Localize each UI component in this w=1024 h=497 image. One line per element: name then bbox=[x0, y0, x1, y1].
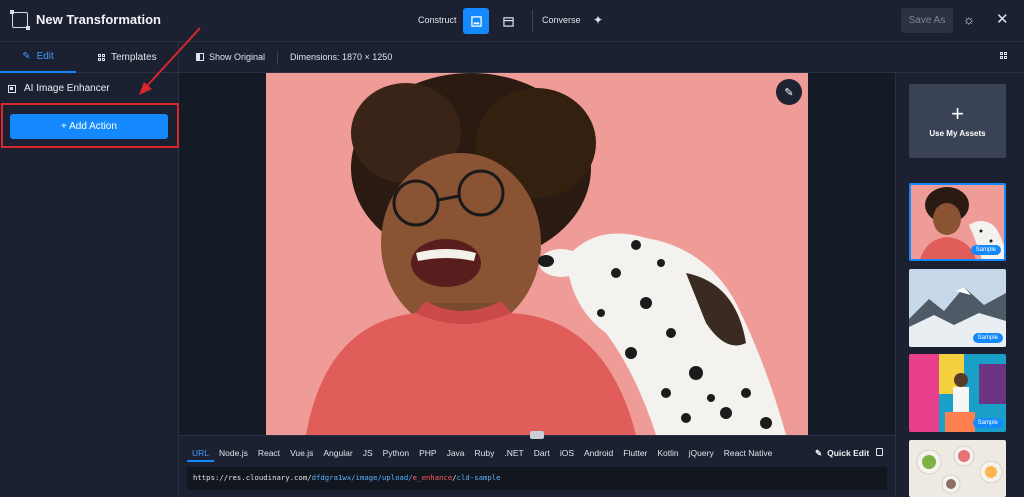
transform-icon bbox=[10, 10, 30, 30]
toolbar-divider bbox=[277, 51, 278, 65]
pencil-icon: ✎ bbox=[815, 448, 823, 458]
mode-divider bbox=[532, 10, 533, 32]
tab-ruby[interactable]: Ruby bbox=[470, 448, 500, 462]
construct-mode-label[interactable]: Construct bbox=[418, 15, 457, 25]
language-tabs: URL Node.js React Vue.js Angular JS Pyth… bbox=[187, 448, 777, 462]
tab-ios[interactable]: iOS bbox=[555, 448, 579, 462]
use-my-assets-button[interactable]: + Use My Assets bbox=[909, 84, 1006, 158]
top-bar: New Transformation Construct Converse ✦ … bbox=[0, 0, 1024, 42]
generated-url[interactable]: https://res.cloudinary.com/dfdgra1wx/ima… bbox=[187, 467, 887, 490]
sample-badge: Sample bbox=[970, 245, 1001, 255]
image-mode-icon bbox=[470, 15, 482, 27]
sun-icon[interactable]: ☼ bbox=[963, 12, 975, 27]
app-window: New Transformation Construct Converse ✦ … bbox=[0, 0, 1024, 497]
url-path: dfdgra1wx/image/upload/ bbox=[311, 473, 413, 482]
tab-url[interactable]: URL bbox=[187, 448, 215, 462]
tab-angular[interactable]: Angular bbox=[318, 448, 357, 462]
tab-edit[interactable]: ✎ Edit bbox=[0, 42, 76, 73]
plus-icon: + bbox=[951, 100, 964, 126]
image-mode-button[interactable] bbox=[463, 8, 489, 34]
tab-php[interactable]: PHP bbox=[414, 448, 441, 462]
page-title: New Transformation bbox=[36, 12, 161, 27]
quick-edit-label: Quick Edit bbox=[827, 448, 870, 458]
layout-grid-icon[interactable] bbox=[1000, 52, 1007, 59]
tab-java[interactable]: Java bbox=[442, 448, 470, 462]
tab-python[interactable]: Python bbox=[378, 448, 414, 462]
code-panel: URL Node.js React Vue.js Angular JS Pyth… bbox=[179, 431, 895, 497]
show-original-button[interactable]: Show Original bbox=[196, 52, 265, 62]
close-icon[interactable]: ✕ bbox=[996, 10, 1009, 28]
converse-mode-label[interactable]: Converse bbox=[542, 15, 581, 25]
secondary-bar: ✎ Edit Templates Show Original Dimension… bbox=[0, 42, 1024, 73]
sample-thumbnail[interactable]: Sample bbox=[909, 183, 1006, 261]
tab-jquery[interactable]: jQuery bbox=[684, 448, 719, 462]
action-item-ai-image-enhancer[interactable]: AI Image Enhancer bbox=[8, 83, 110, 94]
templates-grid-icon bbox=[98, 54, 105, 61]
calendar-mode-icon bbox=[502, 16, 514, 27]
tab-templates[interactable]: Templates bbox=[98, 42, 157, 73]
actions-sidebar: AI Image Enhancer + Add Action bbox=[0, 73, 179, 497]
tab-nodejs[interactable]: Node.js bbox=[214, 448, 253, 462]
use-my-assets-label: Use My Assets bbox=[929, 128, 986, 138]
sample-thumbnail[interactable]: Sample bbox=[909, 269, 1006, 347]
sample-thumbnail[interactable]: Sample bbox=[909, 354, 1006, 432]
sample-badge: Sample bbox=[972, 418, 1003, 428]
tab-edit-label: Edit bbox=[36, 51, 54, 62]
tab-android[interactable]: Android bbox=[579, 448, 618, 462]
edit-image-button[interactable]: ✎ bbox=[776, 79, 802, 105]
sample-thumbnail-image bbox=[909, 440, 1006, 497]
sample-badge: Sample bbox=[972, 333, 1003, 343]
save-as-button[interactable]: Save As bbox=[901, 8, 953, 33]
tab-templates-label: Templates bbox=[111, 52, 157, 63]
action-item-label: AI Image Enhancer bbox=[24, 83, 110, 94]
tab-dart[interactable]: Dart bbox=[529, 448, 555, 462]
tab-kotlin[interactable]: Kotlin bbox=[652, 448, 683, 462]
url-public-id: cld-sample bbox=[456, 473, 501, 482]
compare-icon bbox=[196, 53, 204, 61]
tab-vuejs[interactable]: Vue.js bbox=[285, 448, 318, 462]
preview-illustration bbox=[266, 73, 808, 435]
url-transformation: e_enhance bbox=[412, 473, 453, 482]
enhancer-icon bbox=[8, 84, 16, 93]
sidebar-divider bbox=[178, 42, 179, 73]
show-original-label: Show Original bbox=[209, 52, 266, 62]
pencil-icon: ✎ bbox=[22, 51, 31, 62]
preview-image bbox=[266, 73, 808, 435]
highlight-box bbox=[1, 103, 179, 148]
sample-thumbnail[interactable] bbox=[909, 440, 1006, 497]
assets-panel: + Use My Assets Sample Sample Sample bbox=[895, 73, 1024, 497]
tab-dotnet[interactable]: .NET bbox=[499, 448, 528, 462]
tab-react-native[interactable]: React Native bbox=[719, 448, 778, 462]
tab-flutter[interactable]: Flutter bbox=[618, 448, 652, 462]
quick-edit-button[interactable]: ✎ Quick Edit bbox=[815, 448, 869, 459]
url-base: https://res.cloudinary.com/ bbox=[193, 473, 312, 482]
pencil-icon: ✎ bbox=[784, 86, 794, 99]
copy-icon[interactable] bbox=[876, 448, 883, 456]
tab-react[interactable]: React bbox=[253, 448, 285, 462]
resize-handle[interactable] bbox=[530, 431, 544, 439]
preview-canvas: ✎ bbox=[179, 73, 895, 435]
dimensions-readout: Dimensions: 1870 × 1250 bbox=[290, 52, 393, 62]
calendar-mode-button[interactable] bbox=[495, 8, 521, 34]
tab-js[interactable]: JS bbox=[358, 448, 378, 462]
sparkle-icon[interactable]: ✦ bbox=[593, 13, 603, 27]
